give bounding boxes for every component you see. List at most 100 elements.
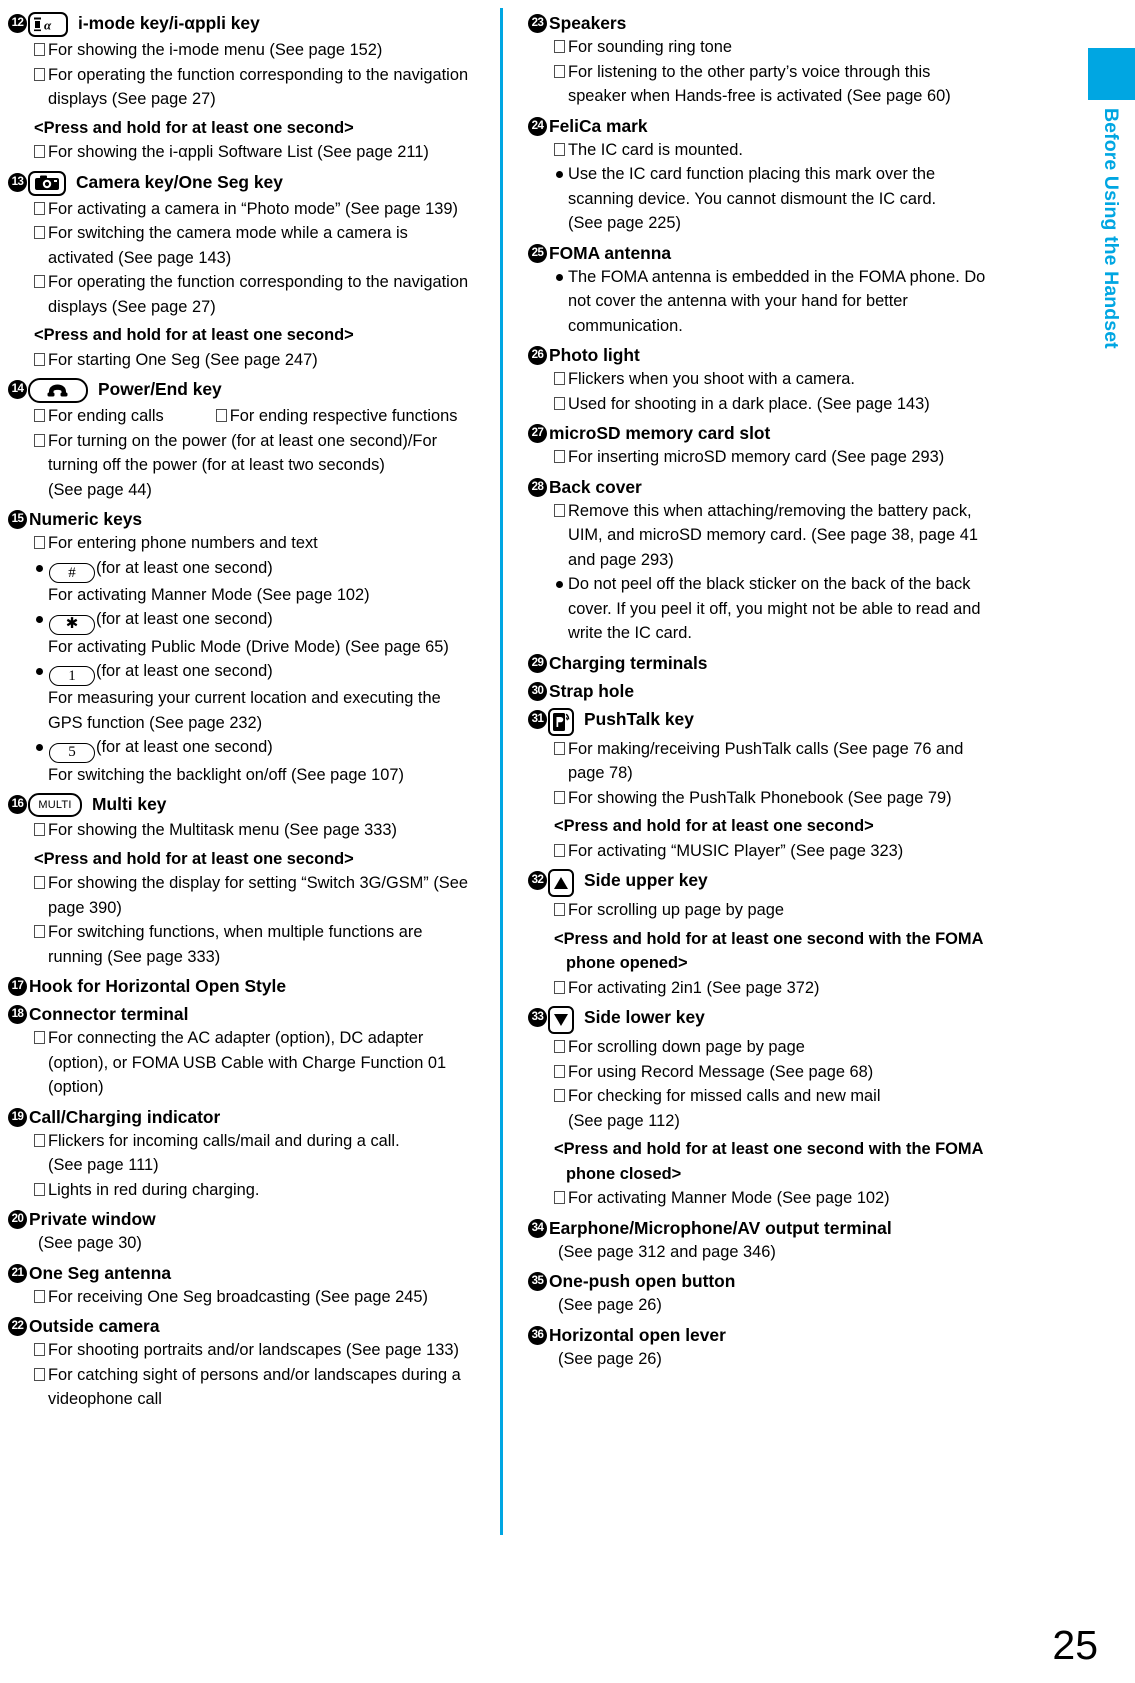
feature-entry: 18 Connector terminal For connecting the A… <box>8 1003 488 1100</box>
entry-title: One Seg antenna <box>29 1262 172 1283</box>
square-bullet-icon <box>34 226 45 239</box>
square-bullet-icon <box>554 450 565 463</box>
list-item-text: For operating the function corresponding… <box>48 273 469 291</box>
list-item-continuation: GPS function (See page 232) <box>48 713 263 732</box>
list-item-text: For connecting the AC adapter (option), … <box>48 1029 424 1047</box>
feature-entry-header: 36 Horizontal open lever <box>528 1324 1008 1346</box>
list-item-text: For scrolling down page by page <box>568 1038 805 1056</box>
reference-text: (See page 312 and page 346) <box>558 1242 776 1261</box>
feature-entry-header: 19 Call/Charging indicator <box>8 1106 488 1128</box>
numeric-key-icon: ✱ <box>49 614 95 635</box>
list-item-continuation: For activating Public Mode (Drive Mode) … <box>48 637 449 656</box>
square-bullet-icon <box>554 843 565 857</box>
press-hold-note: <Press and hold for at least one second> <box>34 326 354 344</box>
feature-entry: 30 Strap hole <box>528 680 1008 702</box>
column-divider <box>500 8 503 1535</box>
list-item: Flickers for incoming calls/mail and dur… <box>8 1129 488 1154</box>
list-item: For entering phone numbers and text <box>8 531 488 556</box>
list-item: Do not peel off the black sticker on the… <box>528 572 1008 597</box>
feature-entry-header: 35 One-push open button <box>528 1270 1008 1292</box>
feature-entry-header: 25 FOMA antenna <box>528 242 1008 264</box>
feature-entry-header: 27 microSD memory card slot <box>528 422 1008 444</box>
list-item-continuation: (option) <box>48 1078 104 1096</box>
entry-number-badge: 18 <box>8 1005 27 1024</box>
entry-title: Earphone/Microphone/AV output terminal <box>549 1217 892 1238</box>
feature-entry-header: 31 PushTalk key <box>528 707 1008 736</box>
square-bullet-icon <box>215 409 227 422</box>
square-bullet-icon <box>34 1289 45 1303</box>
list-item-text: For showing the PushTalk Phonebook (See … <box>568 788 952 807</box>
list-item-continuation: cover. If you peel it off, you might not… <box>568 599 981 618</box>
list-item-text: For sounding ring tone <box>568 38 733 56</box>
chapter-tab-block <box>1088 48 1135 100</box>
list-item-text: For operating the function corresponding… <box>48 65 469 84</box>
entry-title: Strap hole <box>549 680 635 701</box>
dot-bullet-icon <box>556 171 563 178</box>
feature-entry-header: 30 Strap hole <box>528 680 1008 702</box>
feature-entry-header: 13 Camera key/One Seg key <box>8 170 488 196</box>
list-item: For connecting the AC adapter (option), … <box>8 1026 488 1051</box>
entry-title: Photo light <box>549 345 640 365</box>
feature-entry: 24 FeliCa mark The IC card is mounted. Use … <box>528 115 1008 236</box>
square-bullet-icon <box>554 1089 565 1102</box>
list-item-continuation: turning off the power (for at least two … <box>48 456 385 474</box>
square-bullet-icon <box>34 433 45 447</box>
dot-bullet-icon <box>36 668 43 675</box>
list-item: 1 (for at least one second) <box>8 659 488 687</box>
list-item: For starting One Seg (See page 247) <box>8 348 488 373</box>
entry-number-badge: 24 <box>528 116 547 136</box>
feature-entry: 35 One-push open button (See page 26) <box>528 1270 1008 1318</box>
entry-title: Side lower key <box>584 1007 705 1027</box>
list-item: The FOMA antenna is embedded in the FOMA… <box>528 265 1008 290</box>
list-item: Use the IC card function placing this ma… <box>528 162 1008 187</box>
feature-entry: 36 Horizontal open lever (See page 26) <box>528 1324 1008 1372</box>
list-item-continuation: For measuring your current location and … <box>48 689 441 708</box>
entry-number-badge: 17 <box>8 977 27 996</box>
feature-entry: 23 Speakers For sounding ring tone For list… <box>528 12 1008 109</box>
list-item: For scrolling up page by page <box>528 898 1008 923</box>
square-bullet-icon <box>34 1367 45 1381</box>
list-item-continuation: and page 293) <box>568 550 674 569</box>
list-item-continuation: (See page 111) <box>48 1156 159 1174</box>
list-item-text: For making/receiving PushTalk calls (See… <box>568 739 964 758</box>
feature-entry: 25 FOMA antenna The FOMA antenna is embedd… <box>528 242 1008 339</box>
square-bullet-icon <box>34 1031 45 1044</box>
list-item-text: # (for at least one second) <box>48 556 488 583</box>
square-bullet-icon <box>554 741 565 755</box>
list-item: For operating the function corresponding… <box>8 270 488 295</box>
entry-title: FeliCa mark <box>549 115 648 136</box>
entry-title: Camera key/One Seg key <box>76 171 283 192</box>
entry-number-badge: 33 <box>528 1008 547 1027</box>
feature-entry-header: 34 Earphone/Microphone/AV output terminal <box>528 1217 1008 1239</box>
square-bullet-icon <box>554 1064 565 1078</box>
square-bullet-icon <box>34 925 45 938</box>
list-item-text: For ending respective functions <box>229 407 458 425</box>
square-bullet-icon <box>34 536 45 549</box>
list-item: For ending calls For ending respective fu… <box>8 404 488 429</box>
left-column: 12 α i-mode key/i-αppli key For showing the… <box>8 6 488 1414</box>
square-bullet-icon <box>554 142 565 156</box>
entry-title: Back cover <box>549 476 642 497</box>
entry-number-badge: 32 <box>528 871 547 890</box>
list-item: For activating “MUSIC Player” (See page … <box>528 839 1008 864</box>
square-bullet-icon <box>554 903 565 916</box>
press-hold-note: <Press and hold for at least one second> <box>554 817 874 835</box>
feature-entry: 26 Photo light Flickers when you shoot wit… <box>528 344 1008 416</box>
list-item: For activating 2in1 (See page 372) <box>528 976 1008 1001</box>
entry-title: Side upper key <box>584 870 708 890</box>
list-item: # (for at least one second) <box>8 556 488 583</box>
list-item: For activating Manner Mode (See page 102… <box>528 1186 1008 1211</box>
entry-number-badge: 12 <box>8 14 27 33</box>
feature-entry: 16 MULTI Multi key For showing the Multitas… <box>8 793 488 969</box>
list-item: For inserting microSD memory card (See p… <box>528 445 1008 470</box>
list-item-text: For activating Manner Mode (See page 102… <box>568 1189 890 1207</box>
list-item-text: ✱ (for at least one second) <box>48 607 488 635</box>
reference-text: (See page 26) <box>558 1296 662 1314</box>
entry-title: Horizontal open lever <box>549 1324 726 1345</box>
list-item-text: The FOMA antenna is embedded in the FOMA… <box>568 267 986 286</box>
list-item-text: Flickers when you shoot with a camera. <box>568 370 855 388</box>
square-bullet-icon <box>34 201 45 215</box>
svg-text:α: α <box>44 18 52 33</box>
entry-number-badge: 21 <box>8 1263 27 1283</box>
square-bullet-icon <box>34 145 45 158</box>
